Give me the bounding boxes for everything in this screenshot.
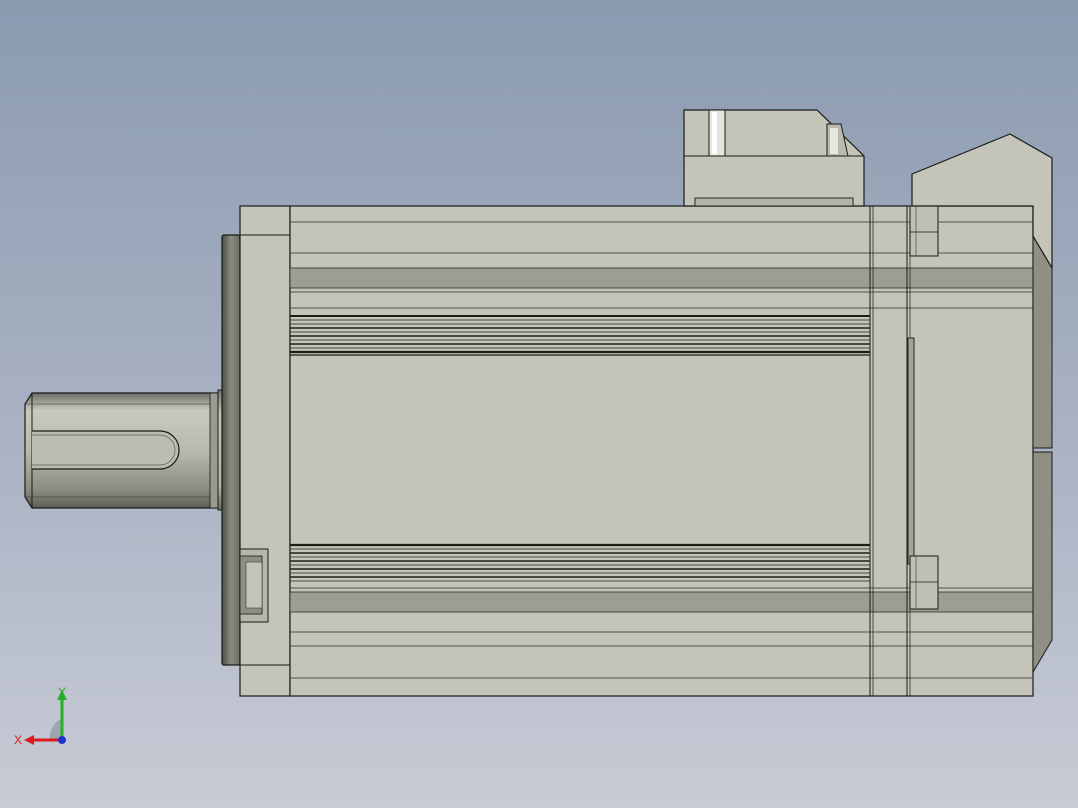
rear-clip-bottom bbox=[909, 555, 939, 610]
coordinate-triad: Y X bbox=[14, 685, 67, 747]
z-axis-dot-icon bbox=[58, 736, 66, 744]
x-axis-label: X bbox=[14, 733, 22, 747]
x-arrowhead-icon bbox=[24, 735, 34, 745]
motor-shaft[interactable] bbox=[24, 392, 219, 509]
graphics-viewport[interactable]: Y X bbox=[0, 0, 1078, 808]
y-axis-label: Y bbox=[58, 685, 66, 699]
power-connector[interactable] bbox=[683, 109, 865, 207]
servo-motor-model[interactable] bbox=[0, 0, 1078, 808]
rear-clip-top bbox=[909, 205, 939, 257]
front-flange[interactable] bbox=[221, 205, 291, 697]
motor-housing[interactable] bbox=[289, 205, 1034, 697]
mounting-hole bbox=[239, 548, 269, 623]
